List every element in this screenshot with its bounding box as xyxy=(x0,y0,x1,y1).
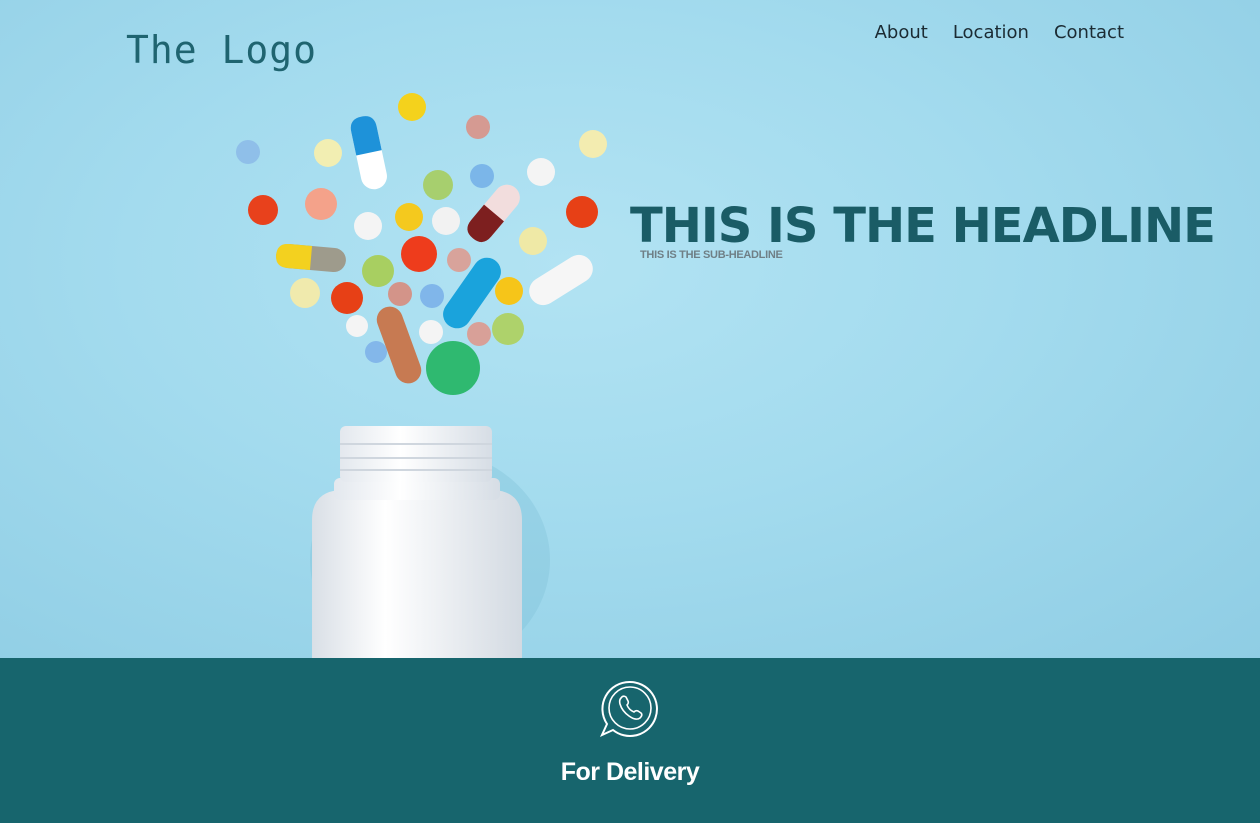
hero-section: The Logo About Location Contact THIS IS … xyxy=(0,0,1260,658)
pills-illustration xyxy=(236,93,607,658)
delivery-label[interactable]: For Delivery xyxy=(0,758,1260,787)
nav-about[interactable]: About xyxy=(875,22,928,43)
nav-location[interactable]: Location xyxy=(953,22,1029,43)
page-subheadline: THIS IS THE SUB-HEADLINE xyxy=(640,249,783,261)
whatsapp-icon[interactable] xyxy=(599,678,661,740)
page-headline: THIS IS THE HEADLINE xyxy=(630,198,1216,254)
main-nav: About Location Contact xyxy=(875,22,1124,43)
nav-contact[interactable]: Contact xyxy=(1054,22,1124,43)
logo[interactable]: The Logo xyxy=(126,28,317,72)
